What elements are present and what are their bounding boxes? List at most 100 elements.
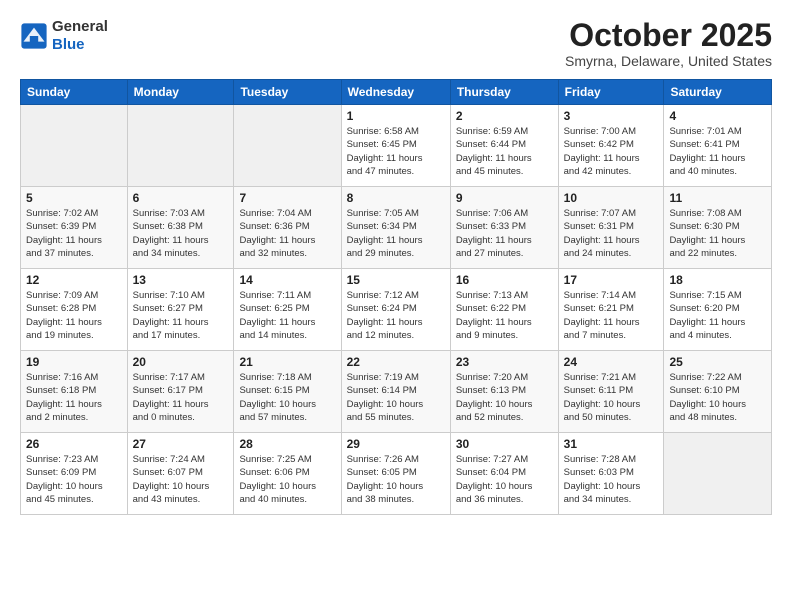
day-info: Sunrise: 7:12 AM Sunset: 6:24 PM Dayligh…	[347, 289, 445, 342]
day-info: Sunrise: 7:13 AM Sunset: 6:22 PM Dayligh…	[456, 289, 553, 342]
day-info: Sunrise: 7:23 AM Sunset: 6:09 PM Dayligh…	[26, 453, 122, 506]
day-number: 11	[669, 191, 766, 205]
day-cell: 25 Sunrise: 7:22 AM Sunset: 6:10 PM Dayli…	[664, 351, 772, 433]
day-cell: 10Sunrise: 7:07 AM Sunset: 6:31 PM Dayli…	[558, 187, 664, 269]
day-info: Sunrise: 7:26 AM Sunset: 6:05 PM Dayligh…	[347, 453, 445, 506]
day-number: 18	[669, 273, 766, 287]
day-info: Sunrise: 7:02 AM Sunset: 6:39 PM Dayligh…	[26, 207, 122, 260]
day-number: 16	[456, 273, 553, 287]
day-cell: 17Sunrise: 7:14 AM Sunset: 6:21 PM Dayli…	[558, 269, 664, 351]
day-cell: 8 Sunrise: 7:05 AM Sunset: 6:34 PM Daylig…	[341, 187, 450, 269]
day-cell: 12Sunrise: 7:09 AM Sunset: 6:28 PM Dayli…	[21, 269, 128, 351]
header-friday: Friday	[558, 80, 664, 105]
day-info: Sunrise: 7:10 AM Sunset: 6:27 PM Dayligh…	[133, 289, 229, 342]
day-number: 19	[26, 355, 122, 369]
day-cell: 16 Sunrise: 7:13 AM Sunset: 6:22 PM Dayli…	[450, 269, 558, 351]
day-number: 4	[669, 109, 766, 123]
header-row: SundayMondayTuesdayWednesdayThursdayFrid…	[21, 80, 772, 105]
day-info: Sunrise: 7:21 AM Sunset: 6:11 PM Dayligh…	[564, 371, 659, 424]
day-cell: 21 Sunrise: 7:18 AM Sunset: 6:15 PM Dayli…	[234, 351, 341, 433]
day-cell	[21, 105, 128, 187]
header-thursday: Thursday	[450, 80, 558, 105]
title-block: October 2025 Smyrna, Delaware, United St…	[565, 18, 772, 69]
page-header: General Blue October 2025 Smyrna, Delawa…	[20, 18, 772, 69]
day-number: 26	[26, 437, 122, 451]
day-number: 21	[239, 355, 335, 369]
week-row-1: 1 Sunrise: 6:58 AM Sunset: 6:45 PM Daylig…	[21, 105, 772, 187]
day-info: Sunrise: 7:22 AM Sunset: 6:10 PM Dayligh…	[669, 371, 766, 424]
day-number: 14	[239, 273, 335, 287]
day-cell: 14 Sunrise: 7:11 AM Sunset: 6:25 PM Dayli…	[234, 269, 341, 351]
day-cell: 1 Sunrise: 6:58 AM Sunset: 6:45 PM Daylig…	[341, 105, 450, 187]
location: Smyrna, Delaware, United States	[565, 53, 772, 69]
day-cell: 3Sunrise: 7:00 AM Sunset: 6:42 PM Daylig…	[558, 105, 664, 187]
day-number: 29	[347, 437, 445, 451]
day-info: Sunrise: 6:58 AM Sunset: 6:45 PM Dayligh…	[347, 125, 445, 178]
calendar: SundayMondayTuesdayWednesdayThursdayFrid…	[20, 79, 772, 515]
day-info: Sunrise: 7:18 AM Sunset: 6:15 PM Dayligh…	[239, 371, 335, 424]
header-wednesday: Wednesday	[341, 80, 450, 105]
day-info: Sunrise: 7:15 AM Sunset: 6:20 PM Dayligh…	[669, 289, 766, 342]
day-number: 23	[456, 355, 553, 369]
day-info: Sunrise: 7:16 AM Sunset: 6:18 PM Dayligh…	[26, 371, 122, 424]
day-info: Sunrise: 7:06 AM Sunset: 6:33 PM Dayligh…	[456, 207, 553, 260]
day-cell: 20 Sunrise: 7:17 AM Sunset: 6:17 PM Dayli…	[127, 351, 234, 433]
day-number: 13	[133, 273, 229, 287]
day-number: 25	[669, 355, 766, 369]
week-row-5: 26 Sunrise: 7:23 AM Sunset: 6:09 PM Dayli…	[21, 433, 772, 515]
day-cell: 31 Sunrise: 7:28 AM Sunset: 6:03 PM Dayli…	[558, 433, 664, 515]
day-number: 28	[239, 437, 335, 451]
day-cell: 29 Sunrise: 7:26 AM Sunset: 6:05 PM Dayli…	[341, 433, 450, 515]
day-number: 30	[456, 437, 553, 451]
header-sunday: Sunday	[21, 80, 128, 105]
day-number: 22	[347, 355, 445, 369]
day-cell: 28Sunrise: 7:25 AM Sunset: 6:06 PM Dayli…	[234, 433, 341, 515]
day-info: Sunrise: 7:24 AM Sunset: 6:07 PM Dayligh…	[133, 453, 229, 506]
day-number: 15	[347, 273, 445, 287]
day-number: 3	[564, 109, 659, 123]
day-info: Sunrise: 7:05 AM Sunset: 6:34 PM Dayligh…	[347, 207, 445, 260]
day-cell	[664, 433, 772, 515]
logo-text: General Blue	[52, 18, 108, 54]
header-saturday: Saturday	[664, 80, 772, 105]
day-number: 5	[26, 191, 122, 205]
day-cell: 18 Sunrise: 7:15 AM Sunset: 6:20 PM Dayli…	[664, 269, 772, 351]
day-cell: 27 Sunrise: 7:24 AM Sunset: 6:07 PM Dayli…	[127, 433, 234, 515]
day-cell: 5 Sunrise: 7:02 AM Sunset: 6:39 PM Daylig…	[21, 187, 128, 269]
day-cell: 30 Sunrise: 7:27 AM Sunset: 6:04 PM Dayli…	[450, 433, 558, 515]
day-cell: 4Sunrise: 7:01 AM Sunset: 6:41 PM Daylig…	[664, 105, 772, 187]
week-row-2: 5 Sunrise: 7:02 AM Sunset: 6:39 PM Daylig…	[21, 187, 772, 269]
day-cell: 23Sunrise: 7:20 AM Sunset: 6:13 PM Dayli…	[450, 351, 558, 433]
day-number: 20	[133, 355, 229, 369]
logo-icon	[20, 22, 48, 50]
day-cell: 22Sunrise: 7:19 AM Sunset: 6:14 PM Dayli…	[341, 351, 450, 433]
day-number: 7	[239, 191, 335, 205]
day-cell: 9 Sunrise: 7:06 AM Sunset: 6:33 PM Daylig…	[450, 187, 558, 269]
day-number: 10	[564, 191, 659, 205]
day-cell: 11Sunrise: 7:08 AM Sunset: 6:30 PM Dayli…	[664, 187, 772, 269]
day-number: 8	[347, 191, 445, 205]
day-number: 24	[564, 355, 659, 369]
day-info: Sunrise: 7:03 AM Sunset: 6:38 PM Dayligh…	[133, 207, 229, 260]
day-cell: 15 Sunrise: 7:12 AM Sunset: 6:24 PM Dayli…	[341, 269, 450, 351]
day-number: 1	[347, 109, 445, 123]
day-number: 9	[456, 191, 553, 205]
day-info: Sunrise: 7:11 AM Sunset: 6:25 PM Dayligh…	[239, 289, 335, 342]
header-tuesday: Tuesday	[234, 80, 341, 105]
day-number: 27	[133, 437, 229, 451]
day-info: Sunrise: 7:14 AM Sunset: 6:21 PM Dayligh…	[564, 289, 659, 342]
day-info: Sunrise: 7:28 AM Sunset: 6:03 PM Dayligh…	[564, 453, 659, 506]
day-cell: 26 Sunrise: 7:23 AM Sunset: 6:09 PM Dayli…	[21, 433, 128, 515]
day-cell	[127, 105, 234, 187]
day-cell	[234, 105, 341, 187]
day-cell: 13 Sunrise: 7:10 AM Sunset: 6:27 PM Dayli…	[127, 269, 234, 351]
day-info: Sunrise: 7:27 AM Sunset: 6:04 PM Dayligh…	[456, 453, 553, 506]
day-cell: 7Sunrise: 7:04 AM Sunset: 6:36 PM Daylig…	[234, 187, 341, 269]
week-row-4: 19 Sunrise: 7:16 AM Sunset: 6:18 PM Dayli…	[21, 351, 772, 433]
day-info: Sunrise: 7:09 AM Sunset: 6:28 PM Dayligh…	[26, 289, 122, 342]
header-monday: Monday	[127, 80, 234, 105]
day-info: Sunrise: 6:59 AM Sunset: 6:44 PM Dayligh…	[456, 125, 553, 178]
day-info: Sunrise: 7:17 AM Sunset: 6:17 PM Dayligh…	[133, 371, 229, 424]
day-number: 31	[564, 437, 659, 451]
month-title: October 2025	[565, 18, 772, 53]
